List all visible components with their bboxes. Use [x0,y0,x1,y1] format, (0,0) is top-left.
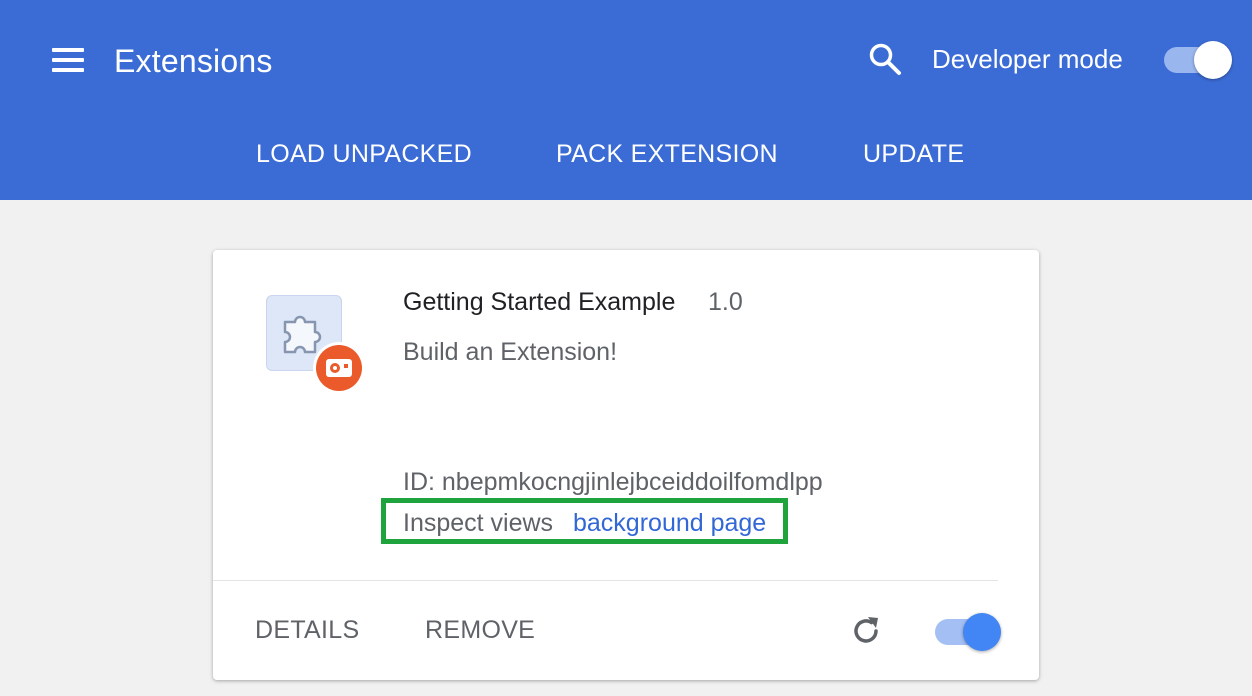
inspect-views-label: Inspect views [403,509,554,537]
load-unpacked-button[interactable]: LOAD UNPACKED [256,134,472,174]
card-divider [213,580,998,581]
developer-mode-label: Developer mode [932,44,1123,74]
extension-enable-toggle[interactable] [935,613,1001,651]
extension-version: 1.0 [708,288,743,316]
details-button[interactable]: DETAILS [255,612,359,648]
search-icon[interactable] [868,42,902,76]
error-badge-icon [316,345,362,391]
extension-name: Getting Started Example [403,288,676,316]
developer-mode-toggle[interactable] [1164,41,1232,79]
page-title: Extensions [114,43,273,79]
pack-extension-button[interactable]: PACK EXTENSION [556,134,778,174]
update-button[interactable]: UPDATE [863,134,964,174]
reload-icon[interactable] [849,614,883,648]
background-page-link[interactable]: background page [573,506,766,540]
menu-icon[interactable] [50,45,86,75]
extension-id: ID: nbepmkocngjinlejbceiddoilfomdlpp [403,468,823,496]
extension-card: Getting Started Example 1.0 Build an Ext… [213,250,1039,680]
remove-button[interactable]: REMOVE [425,612,535,648]
app-header: Extensions Developer mode LOAD UNPACKED … [0,0,1252,200]
extension-description: Build an Extension! [403,338,618,366]
